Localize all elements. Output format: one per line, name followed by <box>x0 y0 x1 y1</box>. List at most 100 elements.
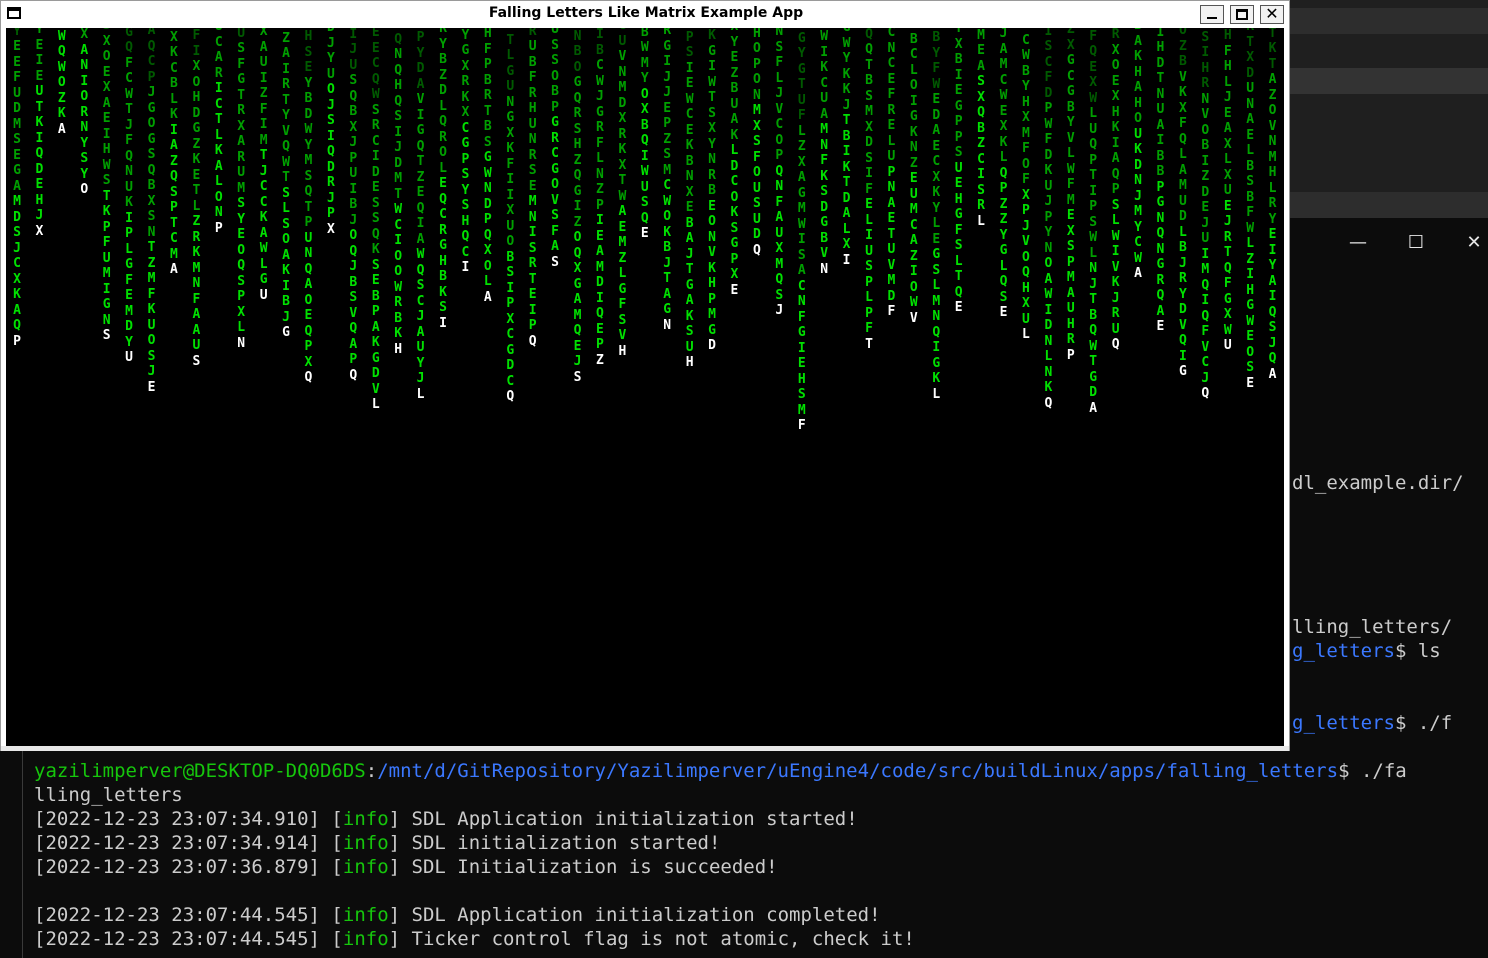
terminal-border <box>22 750 23 958</box>
matrix-glyph: B <box>394 310 403 326</box>
matrix-glyph: K <box>685 308 694 324</box>
matrix-glyph: S <box>1066 239 1075 254</box>
matrix-glyph: K <box>1178 85 1187 100</box>
matrix-glyph: X <box>775 241 784 256</box>
matrix-glyph: D <box>13 209 21 225</box>
matrix-column: DBWMYOXBQIWUSQE <box>637 28 653 242</box>
matrix-glyph: G <box>1156 195 1165 210</box>
matrix-glyph: L <box>1223 74 1232 90</box>
matrix-column: YXBIEGPPSUEHGFSLTQE <box>951 28 967 316</box>
matrix-column: USSOBPGRCGOVSFAS <box>547 28 563 270</box>
matrix-glyph: I <box>573 199 582 214</box>
log-level: info <box>342 808 389 830</box>
matrix-glyph: D <box>506 358 515 373</box>
matrix-glyph: X <box>1022 187 1030 203</box>
matrix-glyph: N <box>102 312 111 328</box>
matrix-glyph: Z <box>282 30 290 46</box>
close-button[interactable]: ✕ <box>1260 4 1284 24</box>
matrix-glyph: F <box>192 291 201 307</box>
matrix-glyph: U <box>1044 178 1053 194</box>
matrix-glyph: E <box>1223 198 1232 214</box>
matrix-glyph: T <box>865 336 873 352</box>
matrix-glyph: M <box>13 116 21 132</box>
matrix-glyph: U <box>1201 231 1210 246</box>
terminal-maximize-button[interactable]: ☐ <box>1388 226 1444 260</box>
matrix-column: UTLGUNGXKFIIXUOBSIPXCGDCQ <box>502 28 518 405</box>
matrix-glyph: L <box>932 216 941 231</box>
matrix-glyph: I <box>842 144 851 159</box>
matrix-column: DIJUSQBXJPUIBJOQJBSVQAPQ <box>345 28 361 383</box>
matrix-glyph: H <box>685 355 694 370</box>
matrix-glyph: U <box>1066 301 1075 316</box>
matrix-glyph: J <box>13 240 21 256</box>
matrix-glyph: N <box>775 179 784 194</box>
matrix-glyph: I <box>1246 267 1255 282</box>
matrix-glyph: P <box>752 56 761 72</box>
matrix-glyph: W <box>685 91 694 107</box>
matrix-glyph: R <box>528 147 537 163</box>
matrix-glyph: C <box>909 217 918 233</box>
matrix-glyph: E <box>932 138 941 154</box>
matrix-glyph: Z <box>147 255 156 271</box>
matrix-glyph: H <box>304 29 313 44</box>
minimize-button[interactable] <box>1200 5 1224 24</box>
matrix-column: DPSIEWCEKBNXEBAJTGAKSUH <box>682 28 698 371</box>
matrix-glyph: J <box>1223 214 1232 229</box>
matrix-glyph: W <box>1246 313 1255 329</box>
matrix-glyph: W <box>259 241 268 256</box>
matrix-glyph: D <box>1156 55 1165 71</box>
matrix-glyph: C <box>506 373 515 389</box>
matrix-glyph: C <box>730 174 739 189</box>
matrix-glyph: I <box>1044 28 1053 39</box>
matrix-glyph: E <box>909 171 918 186</box>
matrix-glyph: I <box>35 53 44 68</box>
matrix-glyph: H <box>102 142 111 157</box>
log-line: [2022-12-23 23:07:34.910] [info] SDL App… <box>34 808 858 830</box>
matrix-glyph: X <box>237 304 246 320</box>
matrix-glyph: S <box>1246 174 1255 189</box>
log-line: [2022-12-23 23:07:44.545] [info] SDL App… <box>34 904 881 926</box>
matrix-glyph: S <box>147 147 156 162</box>
matrix-glyph: N <box>304 246 313 261</box>
matrix-glyph: U <box>752 211 761 227</box>
matrix-glyph: W <box>596 73 604 89</box>
matrix-glyph: Y <box>416 45 425 61</box>
app-window[interactable]: Falling Letters Like Matrix Example App … <box>0 0 1290 751</box>
matrix-glyph: K <box>708 28 716 43</box>
terminal-close-button[interactable]: ✕ <box>1446 226 1488 260</box>
title-bar[interactable]: Falling Letters Like Matrix Example App … <box>1 1 1289 28</box>
matrix-glyph: O <box>57 75 66 90</box>
matrix-glyph: M <box>663 162 672 178</box>
matrix-glyph: W <box>1089 338 1098 354</box>
matrix-glyph: T <box>708 90 716 105</box>
matrix-canvas[interactable]: SYEEFUDMSEGAMDSJCXKAQPYEIEUTKIQDEHJXJWQW… <box>6 28 1284 746</box>
matrix-glyph: B <box>730 81 739 96</box>
matrix-glyph: T <box>797 77 806 92</box>
matrix-glyph: I <box>596 290 604 306</box>
matrix-glyph: F <box>865 321 873 336</box>
matrix-glyph: Y <box>1268 258 1277 273</box>
matrix-glyph: L <box>1223 152 1232 167</box>
matrix-glyph: X <box>797 154 806 170</box>
matrix-glyph: Q <box>304 261 313 277</box>
matrix-glyph: U <box>865 243 873 259</box>
matrix-column: BYFWEDAECXKYLEGSLMNQIGKL <box>928 30 944 402</box>
matrix-glyph: I <box>416 216 425 231</box>
matrix-glyph: B <box>640 117 649 133</box>
matrix-glyph: J <box>596 89 604 104</box>
matrix-glyph: D <box>842 190 851 206</box>
matrix-glyph: K <box>685 138 694 153</box>
matrix-glyph: A <box>282 46 290 61</box>
matrix-glyph: R <box>461 74 470 89</box>
matrix-glyph: V <box>618 49 627 64</box>
matrix-glyph: O <box>394 248 403 264</box>
terminal-minimize-button[interactable]: — <box>1330 226 1386 260</box>
matrix-glyph: T <box>125 102 133 117</box>
matrix-glyph: V <box>909 310 918 326</box>
matrix-glyph: X <box>506 125 515 141</box>
log-line: [2022-12-23 23:07:34.914] [info] SDL ini… <box>34 832 721 854</box>
maximize-button[interactable] <box>1230 5 1254 24</box>
matrix-glyph: A <box>909 233 918 248</box>
matrix-glyph: E <box>1268 227 1277 242</box>
matrix-glyph: T <box>528 271 537 287</box>
